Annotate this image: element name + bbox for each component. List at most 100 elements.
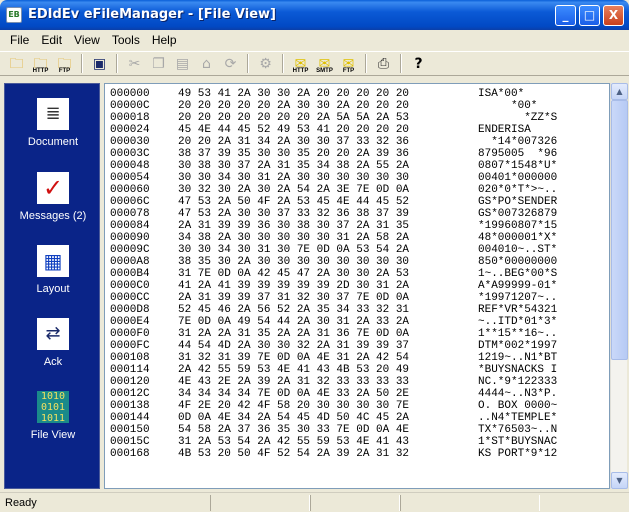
settings-icon: ⚙ [259,55,272,72]
hex-ascii: O. BOX 0000~ [478,400,558,412]
menu-help[interactable]: Help [146,31,183,49]
hex-view[interactable]: 000000 49 53 41 2A 30 30 2A 20 20 20 20 2… [104,83,610,489]
print-button[interactable]: ⎙ [373,53,394,74]
hex-bytes: 31 32 31 39 7E 0D 0A 4E 31 2A 42 54 [178,352,410,364]
hex-ascii: 020*0*T*>~.. [478,184,558,196]
sidebar-item-messages[interactable]: ✓ Messages (2) [5,172,101,222]
hex-bytes: 4F 2E 20 42 4F 58 20 30 30 30 30 7E [178,400,410,412]
menu-edit[interactable]: Edit [35,31,68,49]
hex-ascii: *BUYSNACKS I [478,364,558,376]
minimize-button[interactable]: _ [555,5,576,26]
refresh-button[interactable]: ⟳ [220,53,241,74]
scroll-down-arrow[interactable]: ▼ [611,472,628,489]
vertical-scrollbar[interactable]: ▲ ▼ [610,83,628,489]
hex-ascii: ~..ITD*01*3* [478,316,558,328]
menu-file[interactable]: File [4,31,35,49]
save-button[interactable]: ▣ [89,53,110,74]
toolbar: 🗀 🗀 HTTP 🗀 FTP ▣ ✂ ❐ ▤ ⌂ ⟳ ⚙ ✉ HTTP ✉ SMTP ✉… [0,51,629,76]
sidebar-item-document[interactable]: ≣ Document [5,98,101,148]
menu-view[interactable]: View [68,31,106,49]
close-button[interactable]: X [603,5,624,26]
open-ftp-button[interactable]: 🗀 FTP [54,53,75,75]
printer-icon: ⎙ [377,55,390,72]
copy-icon: ❐ [152,55,165,72]
hex-row: 0000FC 44 54 4D 2A 30 30 32 2A 31 39 39 3… [105,340,609,352]
hex-offset: 000090 [110,232,150,244]
send-http-caption: HTTP [292,68,309,74]
hex-ascii: 004010~..ST* [478,244,558,256]
paste-button[interactable]: ▤ [172,53,193,74]
hex-row: 000084 2A 31 39 39 36 30 38 30 37 2A 31 3… [105,220,609,232]
hex-bytes: 41 2A 41 39 39 39 39 39 2D 30 31 2A [178,280,410,292]
hex-bytes: 20 20 20 20 20 20 20 2A 5A 5A 2A 53 [178,112,410,124]
binary-file-icon: 1010 0101 1011 [37,391,69,424]
hex-offset: 0000F0 [110,328,150,340]
send-ftp-caption: FTP [342,68,355,74]
hex-bytes: 7E 0D 0A 49 54 44 2A 30 31 2A 33 2A [178,316,410,328]
sidebar-item-file-view[interactable]: 1010 0101 1011 File View [5,391,101,442]
layout-icon: ▦ [37,245,69,277]
hex-row: 000168 4B 53 20 50 4F 52 54 2A 39 2A 31 3… [105,448,609,460]
scroll-up-arrow[interactable]: ▲ [611,83,628,100]
send-http-button[interactable]: ✉ HTTP [290,53,311,75]
hex-bytes: 30 30 34 30 31 2A 30 30 30 30 30 30 [178,172,410,184]
sidebar: ≣ Document ✓ Messages (2) ▦ Layout ⇄ Ack… [4,83,100,489]
hex-offset: 0000CC [110,292,150,304]
hex-ascii: GS*PO*SENDER [478,196,558,208]
menu-tools[interactable]: Tools [106,31,146,49]
hex-offset: 000054 [110,172,150,184]
hex-ascii: *00* [478,100,538,112]
cut-button[interactable]: ✂ [124,53,145,74]
hex-ascii: *ZZ*S [478,112,558,124]
hex-row: 00015C 31 2A 53 54 2A 42 55 59 53 4E 41 4… [105,436,609,448]
hex-ascii: REF*VR*54321 [478,304,558,316]
hex-row: 0000A8 38 35 30 2A 30 30 30 30 30 30 30 3… [105,256,609,268]
hex-offset: 000144 [110,412,150,424]
sidebar-item-ack[interactable]: ⇄ Ack [5,318,101,368]
hex-bytes: 2A 31 39 39 37 31 32 30 37 7E 0D 0A [178,292,410,304]
hex-row: 0000B4 31 7E 0D 0A 42 45 47 2A 30 30 2A 5… [105,268,609,280]
hex-ascii: 1219~..N1*BT [478,352,558,364]
hex-offset: 000030 [110,136,150,148]
hex-bytes: 34 34 34 34 7E 0D 0A 4E 33 2A 50 2E [178,388,410,400]
hex-offset: 000060 [110,184,150,196]
hex-row: 0000D8 52 45 46 2A 56 52 2A 35 34 33 32 3… [105,304,609,316]
hex-row: 000078 47 53 2A 30 30 37 33 32 36 38 37 3… [105,208,609,220]
hex-bytes: 45 4E 44 45 52 49 53 41 20 20 20 20 [178,124,410,136]
hex-ascii: 1**15**16~.. [478,328,558,340]
send-smtp-button[interactable]: ✉ SMTP [314,53,335,75]
open-http-button[interactable]: 🗀 HTTP [30,53,51,75]
send-smtp-caption: SMTP [316,68,333,74]
hex-rows: 000000 49 53 41 2A 30 30 2A 20 20 20 20 2… [105,88,609,460]
hex-ascii: 00401*000000 [478,172,558,184]
hex-bytes: 31 7E 0D 0A 42 45 47 2A 30 30 2A 53 [178,268,410,280]
hex-ascii: 1~..BEG*00*S [478,268,558,280]
open-button[interactable]: 🗀 [6,53,27,74]
home-button[interactable]: ⌂ [196,53,217,74]
window-title: EDIdEv eFileManager - [File View] [28,7,276,22]
hex-offset: 0000FC [110,340,150,352]
settings-button[interactable]: ⚙ [255,53,276,74]
sidebar-item-label: Ack [43,356,63,368]
hex-bytes: 2A 31 39 39 36 30 38 30 37 2A 31 35 [178,220,410,232]
scroll-thumb[interactable] [611,100,628,360]
hex-row: 0000C0 41 2A 41 39 39 39 39 39 2D 30 31 2… [105,280,609,292]
hex-bytes: 52 45 46 2A 56 52 2A 35 34 33 32 31 [178,304,410,316]
copy-button[interactable]: ❐ [148,53,169,74]
hex-row: 00003C 38 37 39 35 30 30 35 20 20 2A 39 3… [105,148,609,160]
send-ftp-button[interactable]: ✉ FTP [338,53,359,75]
menu-bar: File Edit View Tools Help [0,30,629,49]
maximize-button[interactable]: □ [579,5,600,26]
title-bar[interactable]: EB EDIdEv eFileManager - [File View] _ □… [0,0,629,30]
sidebar-item-layout[interactable]: ▦ Layout [5,245,101,295]
paste-icon: ▤ [175,55,190,72]
open-http-caption: HTTP [32,68,49,74]
sidebar-item-label: File View [30,429,76,441]
hex-row: 000018 20 20 20 20 20 20 20 2A 5A 5A 2A 5… [105,112,609,124]
hex-row: 000090 34 38 2A 30 30 30 30 30 31 2A 58 2… [105,232,609,244]
hex-offset: 000048 [110,160,150,172]
hex-offset: 000000 [110,88,150,100]
hex-row: 000138 4F 2E 20 42 4F 58 20 30 30 30 30 7… [105,400,609,412]
help-button[interactable]: ? [408,53,429,74]
hex-offset: 0000A8 [110,256,150,268]
